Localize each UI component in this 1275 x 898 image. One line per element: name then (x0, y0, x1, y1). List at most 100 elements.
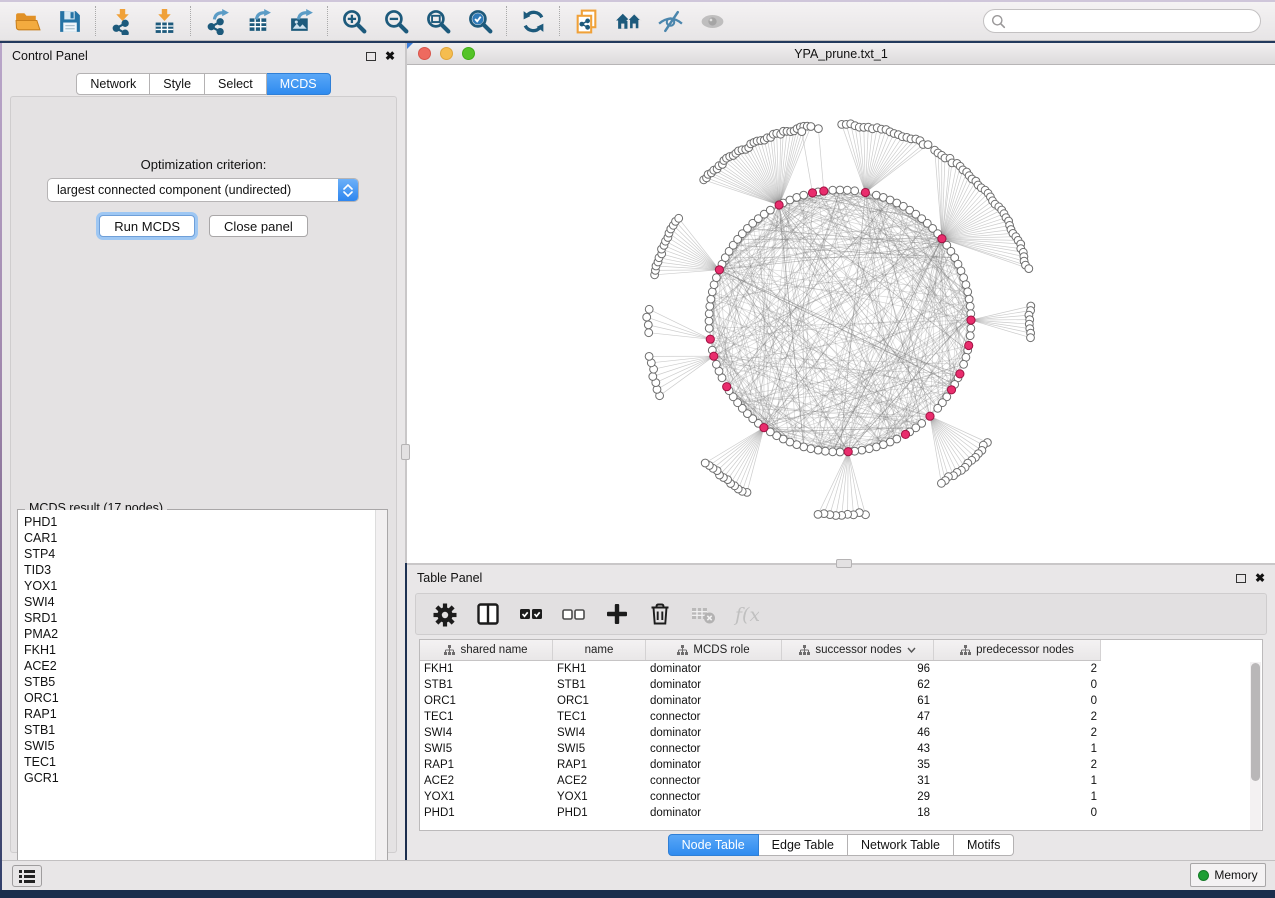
mcds-result-item[interactable]: ACE2 (24, 658, 375, 674)
tab-select[interactable]: Select (205, 73, 267, 95)
column-chooser-button[interactable] (473, 599, 503, 629)
table-row[interactable]: ACE2ACE2connector311 (420, 773, 1262, 789)
column-header-predecessor-nodes[interactable]: predecessor nodes (934, 640, 1101, 660)
mcds-result-item[interactable]: SWI4 (24, 594, 375, 610)
copy-network-view-button[interactable] (565, 3, 607, 39)
tab-node-table[interactable]: Node Table (668, 834, 759, 856)
mcds-result-item[interactable]: PMA2 (24, 626, 375, 642)
network-canvas[interactable] (407, 65, 1275, 563)
mcds-result-scrollbar[interactable] (375, 510, 387, 880)
network-graph[interactable] (407, 65, 1275, 563)
column-header-shared-name[interactable]: shared name (420, 640, 553, 660)
zoom-selected-button[interactable] (459, 3, 501, 39)
zoom-in-button[interactable] (333, 3, 375, 39)
table-cell: connector (646, 711, 782, 723)
optimization-criterion-select[interactable]: largest connected component (undirected) (47, 178, 359, 202)
table-settings-button[interactable] (430, 599, 460, 629)
task-history-button[interactable] (12, 865, 42, 887)
table-cell: RAP1 (420, 759, 553, 771)
table-row[interactable]: YOX1YOX1connector291 (420, 789, 1262, 805)
close-panel-icon[interactable]: ✖ (385, 50, 395, 62)
open-file-button[interactable] (6, 3, 48, 39)
column-label: predecessor nodes (976, 644, 1074, 656)
mcds-result-item[interactable]: YOX1 (24, 578, 375, 594)
show-all-button[interactable] (691, 3, 733, 39)
column-header-successor-nodes[interactable]: successor nodes (782, 640, 934, 660)
save-session-button[interactable] (48, 3, 90, 39)
table-tabs: Node TableEdge TableNetwork TableMotifs (407, 834, 1275, 856)
table-row[interactable]: FKH1FKH1dominator962 (420, 661, 1262, 677)
table-cell: 29 (782, 791, 934, 803)
list-icon (19, 870, 35, 883)
tab-edge-table[interactable]: Edge Table (759, 834, 848, 856)
horizontal-splitter-handle[interactable] (836, 559, 852, 568)
table-cell: 31 (782, 775, 934, 787)
zoom-fit-icon (425, 8, 452, 35)
mcds-result-item[interactable]: ORC1 (24, 690, 375, 706)
mcds-result-item[interactable]: SRD1 (24, 610, 375, 626)
column-header-name[interactable]: name (553, 640, 646, 660)
table-scrollbar-thumb[interactable] (1251, 663, 1260, 781)
table-cell: 1 (934, 743, 1101, 755)
first-neighbors-button[interactable] (607, 3, 649, 39)
zoom-fit-button[interactable] (417, 3, 459, 39)
hide-selected-button[interactable] (649, 3, 691, 39)
zoom-out-button[interactable] (375, 3, 417, 39)
tab-motifs[interactable]: Motifs (954, 834, 1014, 856)
mcds-result-item[interactable]: RAP1 (24, 706, 375, 722)
tab-network-table[interactable]: Network Table (848, 834, 954, 856)
column-header-MCDS-role[interactable]: MCDS role (646, 640, 782, 660)
first-neighbors-icon (615, 8, 642, 35)
export-network-icon (204, 8, 231, 35)
export-network-button[interactable] (196, 3, 238, 39)
mcds-result-item[interactable]: CAR1 (24, 530, 375, 546)
mcds-result-item[interactable]: STB1 (24, 722, 375, 738)
attribute-type-icon (444, 645, 455, 656)
deselect-all-rows-button[interactable] (559, 599, 589, 629)
search-input[interactable] (983, 9, 1261, 33)
mcds-result-item[interactable]: STP4 (24, 546, 375, 562)
memory-button[interactable]: Memory (1190, 863, 1266, 887)
network-window-titlebar[interactable]: YPA_prune.txt_1 (407, 43, 1275, 65)
table-cell: FKH1 (420, 663, 553, 675)
toolbar-separator (190, 6, 191, 36)
table-row[interactable]: SWI5SWI5connector431 (420, 741, 1262, 757)
export-image-button[interactable] (280, 3, 322, 39)
add-column-button[interactable] (602, 599, 632, 629)
tab-network[interactable]: Network (76, 73, 150, 95)
select-all-rows-button[interactable] (516, 599, 546, 629)
window-minimize-button[interactable] (440, 47, 453, 60)
float-panel-icon[interactable] (366, 52, 376, 61)
refresh-button[interactable] (512, 3, 554, 39)
vertical-splitter[interactable] (405, 43, 407, 563)
vertical-splitter-handle[interactable] (401, 444, 410, 460)
close-table-panel-icon[interactable]: ✖ (1255, 572, 1265, 584)
mcds-result-item[interactable]: PHD1 (24, 514, 375, 530)
import-table-button[interactable] (143, 3, 185, 39)
window-zoom-button[interactable] (462, 47, 475, 60)
delete-column-button[interactable] (645, 599, 675, 629)
table-row[interactable]: STB1STB1dominator620 (420, 677, 1262, 693)
float-table-panel-icon[interactable] (1236, 574, 1246, 583)
table-row[interactable]: ORC1ORC1dominator610 (420, 693, 1262, 709)
export-table-button[interactable] (238, 3, 280, 39)
mcds-result-item[interactable]: SWI5 (24, 738, 375, 754)
mcds-result-item[interactable]: GCR1 (24, 770, 375, 786)
table-row[interactable]: RAP1RAP1dominator352 (420, 757, 1262, 773)
export-image-icon (288, 8, 315, 35)
mcds-result-item[interactable]: TEC1 (24, 754, 375, 770)
tab-mcds[interactable]: MCDS (267, 73, 331, 95)
close-panel-button[interactable]: Close panel (209, 215, 308, 237)
run-mcds-button[interactable]: Run MCDS (99, 215, 195, 237)
window-close-button[interactable] (418, 47, 431, 60)
mcds-result-item[interactable]: FKH1 (24, 642, 375, 658)
mcds-result-list[interactable]: PHD1CAR1STP4TID3YOX1SWI4SRD1PMA2FKH1ACE2… (18, 510, 375, 880)
table-row[interactable]: PHD1PHD1dominator180 (420, 805, 1262, 821)
table-scrollbar[interactable] (1250, 662, 1261, 830)
mcds-result-item[interactable]: TID3 (24, 562, 375, 578)
mcds-result-item[interactable]: STB5 (24, 674, 375, 690)
tab-style[interactable]: Style (150, 73, 205, 95)
table-row[interactable]: TEC1TEC1connector472 (420, 709, 1262, 725)
table-row[interactable]: SWI4SWI4dominator462 (420, 725, 1262, 741)
import-network-button[interactable] (101, 3, 143, 39)
